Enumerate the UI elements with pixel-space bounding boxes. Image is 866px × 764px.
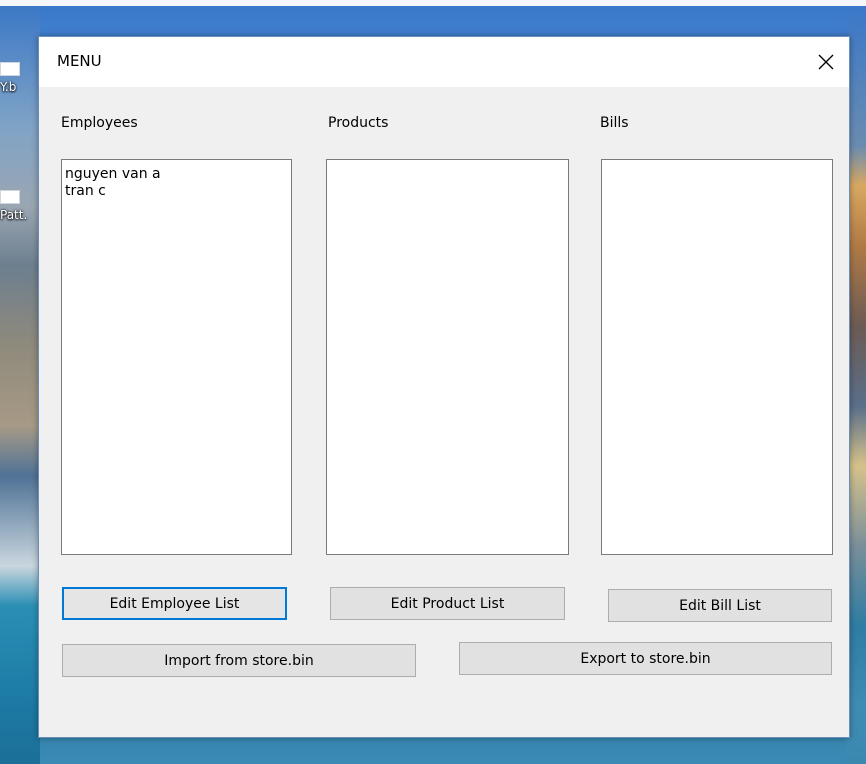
window-title: MENU	[57, 52, 102, 70]
products-listbox[interactable]	[326, 159, 569, 555]
bills-listbox[interactable]	[601, 159, 833, 555]
list-item[interactable]: tran c	[65, 183, 288, 200]
edit-employee-list-button[interactable]: Edit Employee List	[62, 587, 287, 620]
desktop-icon-label: Patt.	[0, 208, 28, 222]
employees-listbox[interactable]: nguyen van a tran c	[61, 159, 292, 555]
bills-label: Bills	[600, 115, 629, 131]
desktop-wallpaper-left	[0, 6, 40, 764]
desktop-file-icon[interactable]: Patt.	[0, 190, 27, 222]
employees-label: Employees	[61, 115, 138, 131]
close-icon	[818, 54, 834, 70]
file-icon	[0, 190, 20, 204]
export-button[interactable]: Export to store.bin	[459, 642, 832, 675]
file-icon	[0, 62, 20, 76]
desktop-icon-label: Y.b	[0, 80, 17, 94]
title-bar[interactable]: MENU	[39, 37, 849, 87]
desktop-file-icon[interactable]: Y.b	[0, 62, 20, 94]
close-button[interactable]	[803, 37, 849, 87]
menu-window: MENU Employees Products Bills nguyen van…	[38, 36, 850, 738]
products-label: Products	[328, 115, 389, 131]
edit-bill-list-button[interactable]: Edit Bill List	[608, 589, 832, 622]
import-button[interactable]: Import from store.bin	[62, 644, 416, 677]
list-item[interactable]: nguyen van a	[65, 166, 288, 183]
edit-product-list-button[interactable]: Edit Product List	[330, 587, 565, 620]
